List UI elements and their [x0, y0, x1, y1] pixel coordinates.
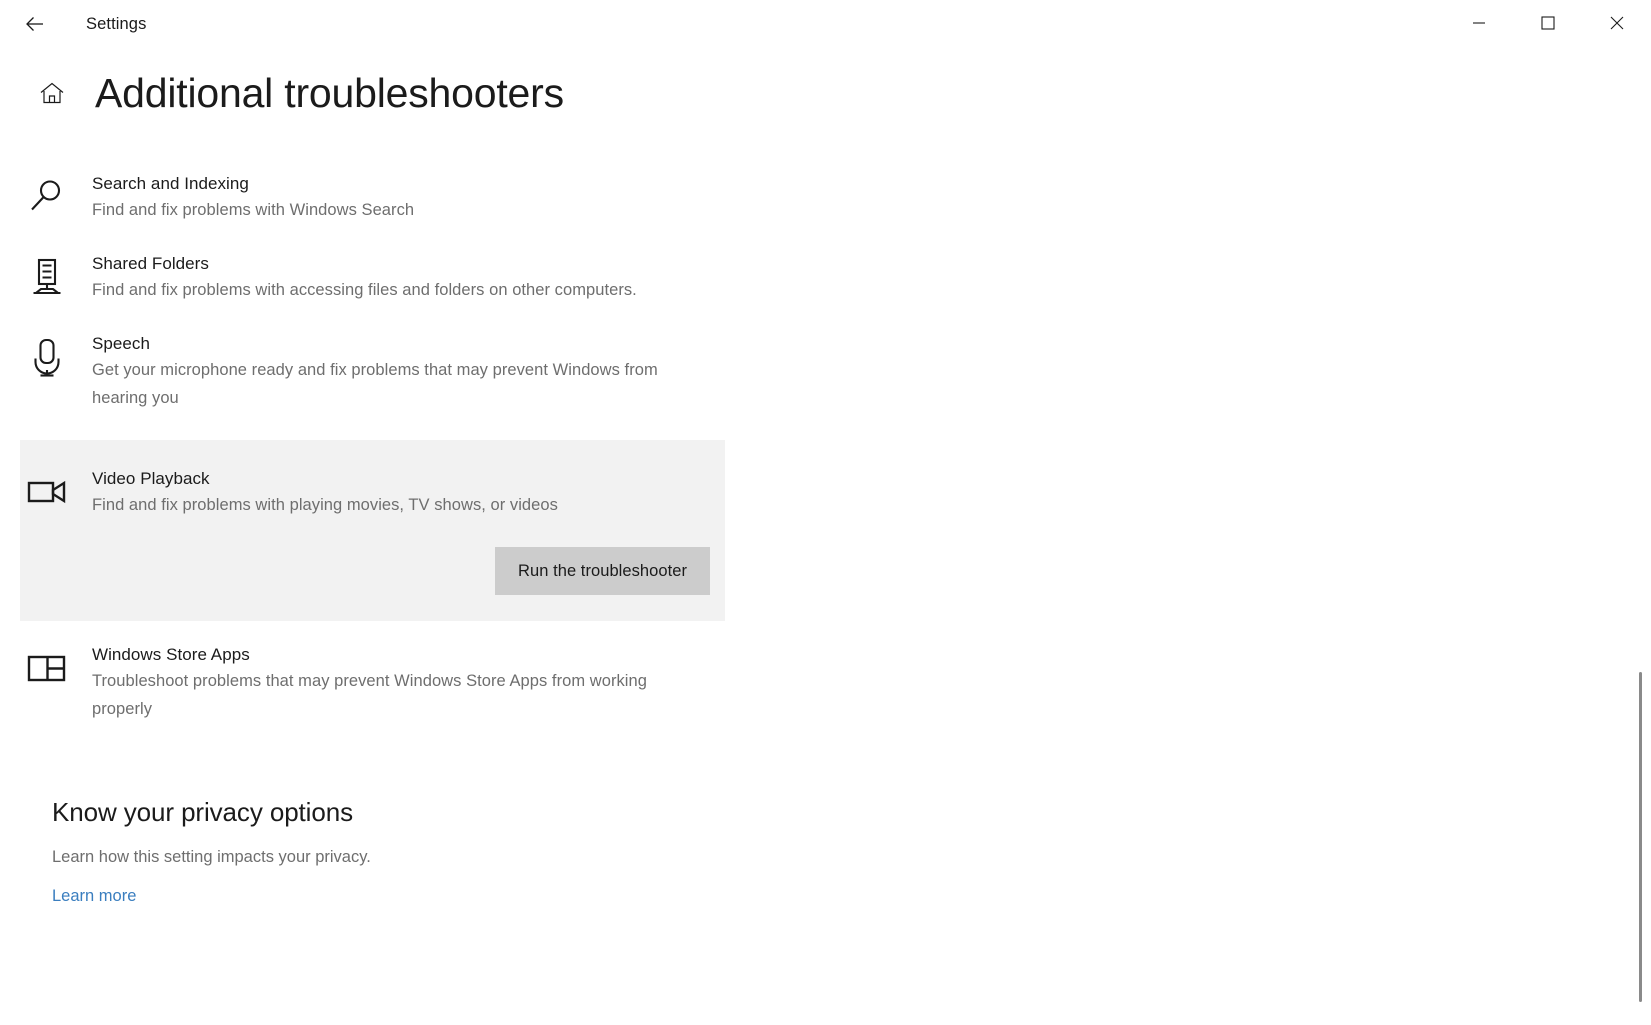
scrollbar-track[interactable]	[1635, 122, 1651, 1025]
troubleshooter-item-shared-folders[interactable]: Shared Folders Find and fix problems wit…	[20, 252, 1651, 304]
close-button[interactable]	[1582, 0, 1651, 48]
troubleshooter-description: Get your microphone ready and fix proble…	[92, 361, 658, 407]
search-icon	[20, 172, 74, 220]
troubleshooter-item-windows-store-apps[interactable]: Windows Store Apps Troubleshoot problems…	[20, 621, 1651, 723]
arrow-left-icon	[23, 12, 47, 36]
troubleshooter-description: Find and fix problems with playing movie…	[92, 496, 558, 514]
troubleshooter-text: Speech Get your microphone ready and fix…	[74, 332, 692, 412]
video-camera-icon	[20, 467, 74, 515]
troubleshooter-text: Video Playback Find and fix problems wit…	[74, 467, 558, 519]
maximize-icon	[1540, 15, 1555, 33]
troubleshooter-description: Find and fix problems with accessing fil…	[92, 281, 637, 299]
scrollbar-thumb[interactable]	[1639, 672, 1642, 1002]
action-row: Run the troubleshooter	[20, 547, 725, 595]
troubleshooter-text: Shared Folders Find and fix problems wit…	[74, 252, 637, 304]
privacy-heading: Know your privacy options	[52, 797, 353, 827]
close-icon	[1610, 16, 1624, 33]
troubleshooter-item-search-and-indexing[interactable]: Search and Indexing Find and fix problem…	[20, 172, 1651, 224]
troubleshooter-title: Windows Store Apps	[92, 645, 250, 664]
learn-more-link[interactable]: Learn more	[52, 887, 136, 906]
troubleshooter-text: Windows Store Apps Troubleshoot problems…	[74, 643, 692, 723]
troubleshooter-item-speech[interactable]: Speech Get your microphone ready and fix…	[20, 332, 1651, 412]
server-icon	[20, 252, 74, 300]
microphone-icon	[20, 332, 74, 380]
settings-window: Settings Additional troubleshooters Sear…	[0, 0, 1651, 1025]
privacy-section: Know your privacy options Learn how this…	[20, 723, 1651, 906]
home-icon[interactable]	[32, 73, 72, 113]
troubleshooter-description: Find and fix problems with Windows Searc…	[92, 201, 415, 219]
troubleshooter-title: Search and Indexing	[92, 174, 249, 193]
troubleshooter-description: Troubleshoot problems that may prevent W…	[92, 672, 647, 718]
title-bar: Settings	[0, 0, 1651, 48]
troubleshooter-text: Search and Indexing Find and fix problem…	[74, 172, 414, 224]
maximize-button[interactable]	[1513, 0, 1582, 48]
store-apps-icon	[20, 643, 74, 691]
troubleshooter-row: Video Playback Find and fix problems wit…	[20, 467, 725, 519]
minimize-icon	[1472, 16, 1486, 33]
troubleshooter-title: Shared Folders	[92, 254, 209, 273]
troubleshooter-title: Speech	[92, 334, 150, 353]
troubleshooter-item-video-playback[interactable]: Video Playback Find and fix problems wit…	[20, 440, 725, 621]
app-title: Settings	[86, 14, 147, 33]
page-header: Additional troubleshooters	[0, 48, 1651, 138]
privacy-subtext: Learn how this setting impacts your priv…	[52, 848, 371, 866]
run-troubleshooter-button[interactable]: Run the troubleshooter	[495, 547, 710, 595]
caption-buttons	[1444, 0, 1651, 48]
troubleshooters-scroll-area[interactable]: Find and fix problems with recording aud…	[0, 122, 1651, 1025]
troubleshooter-title: Video Playback	[92, 469, 210, 488]
back-button[interactable]	[12, 1, 58, 47]
minimize-button[interactable]	[1444, 0, 1513, 48]
troubleshooters-list: Find and fix problems with recording aud…	[0, 122, 1651, 906]
page-title: Additional troubleshooters	[95, 69, 564, 116]
